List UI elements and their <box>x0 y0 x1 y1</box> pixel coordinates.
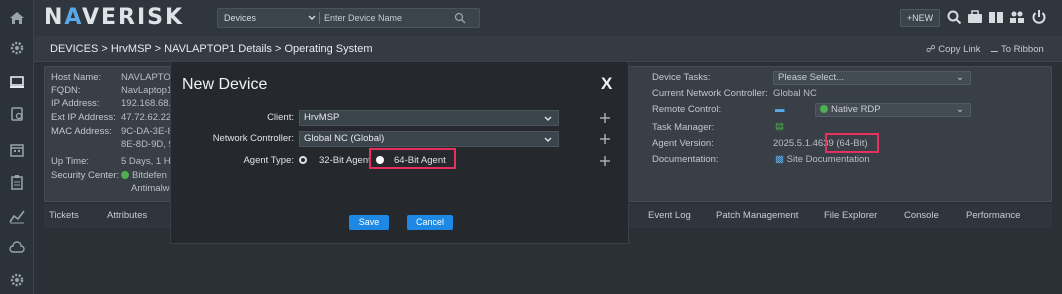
power-icon[interactable] <box>1031 9 1047 25</box>
device-name-input[interactable] <box>324 11 444 25</box>
documentation-label-text: Site Documentation <box>786 154 870 165</box>
settings-icon[interactable] <box>9 40 25 56</box>
device-type-select[interactable]: Devices <box>224 13 256 23</box>
network-controller-value: Global NC <box>773 88 817 99</box>
client-label: Client: <box>267 112 294 123</box>
tab-console[interactable]: Console <box>904 210 939 221</box>
home-icon[interactable] <box>9 10 25 26</box>
mac-label: MAC Address: <box>51 126 112 137</box>
book-icon[interactable] <box>988 9 1004 25</box>
host-name-label: Host Name: <box>51 72 102 83</box>
option-32-bit-label[interactable]: 32-Bit Agent <box>319 155 371 166</box>
chevron-down-icon: ⌄ <box>956 72 964 83</box>
documentation-label: Documentation: <box>652 154 719 165</box>
top-bar: NAVERISK Devices +NEW <box>34 0 1062 36</box>
breadcrumb-bar: DEVICES > HrvMSP > NAVLAPTOP1 Details > … <box>34 36 1062 62</box>
status-ok-icon <box>820 105 828 114</box>
security-value-2: Antimalwar <box>131 183 170 194</box>
ip-label: IP Address: <box>51 98 100 109</box>
tab-performance[interactable]: Performance <box>966 210 1020 221</box>
device-tasks-select[interactable]: Please Select... ⌄ <box>773 71 971 85</box>
move-icon[interactable] <box>600 113 610 123</box>
security-label: Security Center: <box>51 170 120 181</box>
copy-link[interactable]: ☍ Copy Link <box>926 44 981 55</box>
fqdn-label: FQDN: <box>51 85 81 96</box>
breadcrumb[interactable]: DEVICES > HrvMSP > NAVLAPTOP1 Details > … <box>50 43 373 55</box>
tab-patch-management[interactable]: Patch Management <box>716 210 798 221</box>
documentation-link[interactable]: ▩ Site Documentation <box>775 154 870 165</box>
uptime-label: Up Time: <box>51 156 90 167</box>
device-tasks-label: Device Tasks: <box>652 72 711 83</box>
users-icon[interactable] <box>1009 9 1025 25</box>
chart-icon[interactable] <box>9 208 25 224</box>
monitor-icon: ▬ <box>775 104 785 115</box>
tab-event-log[interactable]: Event Log <box>648 210 691 221</box>
agent-version-highlight <box>825 133 879 153</box>
network-controller-label: Network Controller: <box>212 133 294 144</box>
security-product: Bitdefen <box>132 170 167 181</box>
device-tasks-value: Please Select... <box>778 72 845 83</box>
remote-control-value: Native RDP <box>831 104 881 115</box>
chevron-down-icon <box>544 114 552 122</box>
mac-value-2: 8E-8D-9D, 9 <box>121 139 170 150</box>
cloud-icon[interactable] <box>9 240 25 256</box>
uptime-value: 5 Days, 1 H <box>121 156 170 167</box>
calendar-icon[interactable] <box>9 142 25 158</box>
ext-ip-value: 47.72.62.22 <box>121 112 170 123</box>
document-icon: ▩ <box>775 154 784 165</box>
network-controller-select[interactable]: Global NC (Global) <box>299 131 559 147</box>
dialog-title: New Device <box>182 76 268 93</box>
network-controller-label: Current Network Controller: <box>652 88 768 99</box>
briefcase-icon[interactable] <box>967 9 983 25</box>
move-icon[interactable] <box>600 156 610 166</box>
agent-type-label: Agent Type: <box>243 155 294 166</box>
network-controller-value: Global NC (Global) <box>304 133 385 144</box>
status-ok-icon <box>121 171 129 180</box>
tab-tickets[interactable]: Tickets <box>49 210 79 221</box>
chevron-down-icon[interactable] <box>308 13 316 23</box>
left-nav-rail <box>0 0 34 294</box>
search-icon[interactable] <box>946 9 962 25</box>
client-value: HrvMSP <box>304 112 340 123</box>
chevron-down-icon: ⌄ <box>956 104 964 115</box>
scripts-icon[interactable] <box>9 106 25 122</box>
mac-value-1: 9C-DA-3E-8 <box>121 126 170 137</box>
divider <box>319 12 320 24</box>
remote-control-label: Remote Control: <box>652 104 722 115</box>
brand-logo[interactable]: NAVERISK <box>44 5 184 30</box>
task-manager-label: Task Manager: <box>652 122 715 133</box>
search-icon[interactable] <box>454 12 466 24</box>
details-left: Host Name: NAVLAPTOP1 FQDN: NavLaptop1 I… <box>45 67 170 203</box>
save-button[interactable]: Save <box>349 215 389 230</box>
tab-attributes[interactable]: Attributes <box>107 210 147 221</box>
cancel-button[interactable]: Cancel <box>407 215 453 230</box>
ip-value: 192.168.68. <box>121 98 170 109</box>
close-button[interactable]: X <box>601 74 612 94</box>
gear-icon[interactable] <box>9 272 25 288</box>
client-select[interactable]: HrvMSP <box>299 110 559 126</box>
agent-type-highlight <box>369 148 456 169</box>
remote-control-select[interactable]: Native RDP ⌄ <box>815 103 971 117</box>
security-value-1: Bitdefen <box>121 170 167 181</box>
move-icon[interactable] <box>600 134 610 144</box>
fqdn-value: NavLaptop1 <box>121 85 170 96</box>
host-name-value: NAVLAPTOP1 <box>121 72 170 83</box>
to-ribbon[interactable]: ⚊ To Ribbon <box>990 44 1044 55</box>
copy-link-label: Copy Link <box>938 44 981 55</box>
chevron-down-icon <box>544 135 552 143</box>
monitor-icon[interactable] <box>9 74 25 90</box>
ext-ip-label: Ext IP Address: <box>51 112 116 123</box>
tab-file-explorer[interactable]: File Explorer <box>824 210 877 221</box>
radio-32-bit[interactable] <box>299 156 307 164</box>
agent-version-label: Agent Version: <box>652 138 714 149</box>
device-search: Devices <box>217 8 480 28</box>
task-manager-icon[interactable]: ▤ <box>775 121 784 132</box>
to-ribbon-label: To Ribbon <box>1000 44 1044 55</box>
clipboard-icon[interactable] <box>9 174 25 190</box>
new-button[interactable]: +NEW <box>900 9 940 27</box>
